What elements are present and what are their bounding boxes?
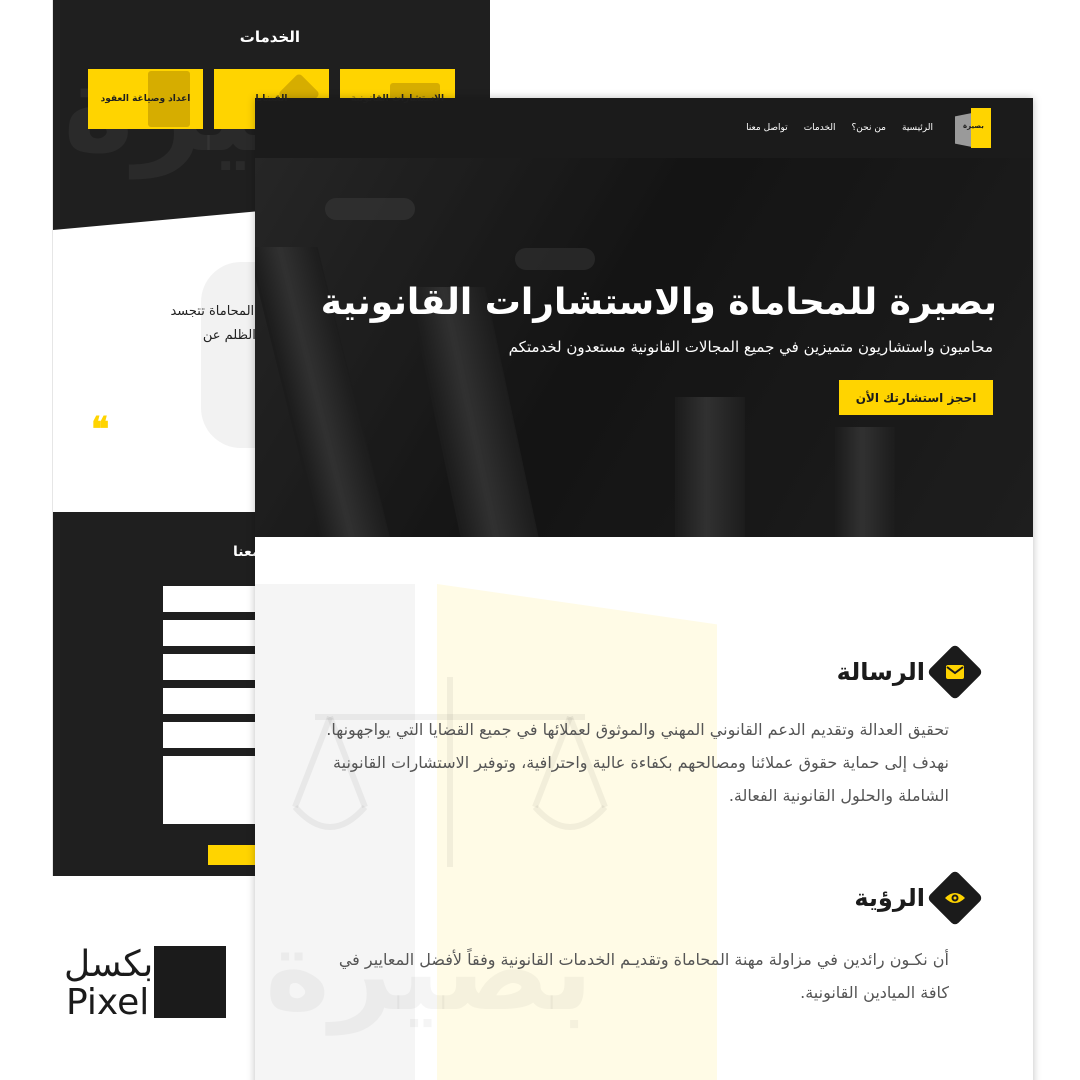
hero-subtitle: محاميون واستشاريون متميزين في جميع المجا… xyxy=(508,338,993,356)
about-section: بصيرة الرسالة تحقيق العدالة وتقديم الدعم… xyxy=(255,537,1033,1080)
contact-extra-field[interactable] xyxy=(163,722,263,748)
service-card-label: القضايا xyxy=(255,94,288,104)
nav-link-contact[interactable]: تواصل معنا xyxy=(746,123,788,133)
quote-icon: ❝ xyxy=(91,410,110,450)
service-card-label: الاستشارات القانونية xyxy=(350,94,445,104)
mission-body: تحقيق العدالة وتقديم الدعم القانوني المه… xyxy=(326,720,949,805)
services-title: الخدمات xyxy=(239,28,300,46)
mission-heading: الرسالة xyxy=(836,643,984,701)
front-page-mockup: بصيرة الرئيسية من نحن؟ الخدمات تواصل معن… xyxy=(255,98,1033,1080)
contact-phone-field[interactable] xyxy=(163,654,263,680)
book-consultation-button[interactable]: احجز استشارتك الأن xyxy=(839,380,993,415)
eye-icon xyxy=(945,893,965,903)
vision-title: الرؤية xyxy=(854,884,925,912)
brand-english-text: Pixel xyxy=(66,982,150,1023)
site-logo[interactable]: بصيرة xyxy=(955,108,991,148)
hero-title: بصيرة للمحاماة والاستشارات القانونية xyxy=(320,282,997,323)
logo-text: بصيرة xyxy=(963,122,984,130)
contact-message-field[interactable] xyxy=(163,756,263,824)
nav-link-about[interactable]: من نحن؟ xyxy=(852,123,886,133)
brand-arabic-text: بكسل xyxy=(64,944,154,985)
nav-link-home[interactable]: الرئيسية xyxy=(902,123,933,133)
mission-title: الرسالة xyxy=(836,658,925,686)
contact-email-field[interactable] xyxy=(163,620,263,646)
vision-body: أن نكـون رائدين في مزاولة مهنة المحاماة … xyxy=(338,950,949,1002)
contact-name-field[interactable] xyxy=(163,586,263,612)
nav-link-services[interactable]: الخدمات xyxy=(804,123,836,133)
vision-icon-badge xyxy=(926,869,984,927)
service-card-contracts[interactable]: اعداد وصياغة العقود xyxy=(88,69,203,129)
hero-section: بصيرة للمحاماة والاستشارات القانونية محا… xyxy=(255,158,1033,537)
contact-subject-field[interactable] xyxy=(163,688,263,714)
mission-icon-badge xyxy=(926,643,984,701)
envelope-icon xyxy=(946,665,964,679)
navbar: بصيرة الرئيسية من نحن؟ الخدمات تواصل معن… xyxy=(255,98,1033,158)
vision-heading: الرؤية xyxy=(854,869,984,927)
brand-square-icon xyxy=(154,946,226,1018)
service-card-label: اعداد وصياغة العقود xyxy=(100,94,191,104)
